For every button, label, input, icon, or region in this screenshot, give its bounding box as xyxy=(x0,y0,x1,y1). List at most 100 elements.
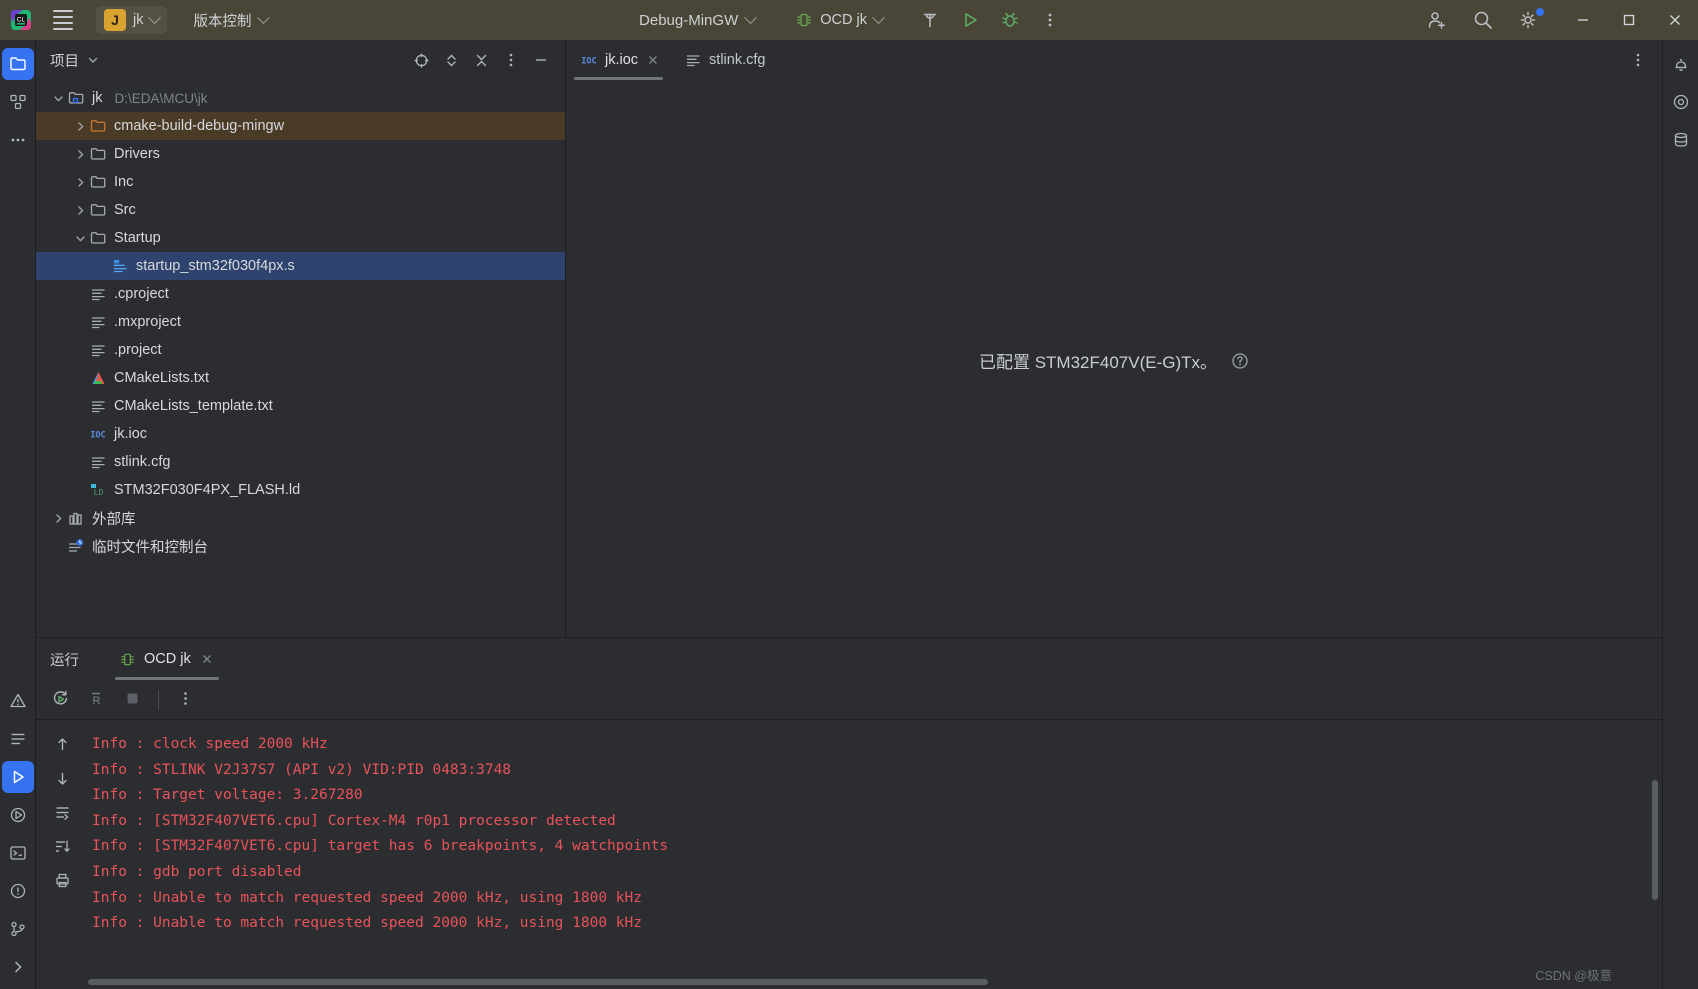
chevron-down-icon[interactable] xyxy=(87,54,99,66)
console-line: Info : [STM32F407VET6.cpu] Cortex-M4 r0p… xyxy=(92,812,616,829)
console-text: Info : clock speed 2000 kHz Info : STLINK… xyxy=(88,720,1662,989)
watermark-label: CSDN @极意 xyxy=(1535,969,1612,983)
sort-icon[interactable] xyxy=(46,830,78,862)
tree-row[interactable]: 外部库 xyxy=(36,504,565,532)
run-panel-toolbar: R xyxy=(36,680,1662,720)
chevron-right-icon[interactable] xyxy=(72,118,88,134)
tree-row[interactable]: Inc xyxy=(36,168,565,196)
scroll-up-icon[interactable] xyxy=(46,728,78,760)
editor-tab[interactable]: stlink.cfg xyxy=(671,40,775,80)
locate-target-icon[interactable] xyxy=(407,46,435,74)
minimize-icon[interactable] xyxy=(1560,0,1606,40)
title-bar-left: CL J jk 版本控制 xyxy=(0,0,274,40)
stop-icon[interactable] xyxy=(116,683,148,715)
console-vertical-scrollbar[interactable] xyxy=(1652,780,1658,900)
tree-row[interactable]: LD STM32F030F4PX_FLASH.ld xyxy=(36,476,565,504)
tree-row[interactable]: .mxproject xyxy=(36,308,565,336)
chevron-down-icon xyxy=(257,10,271,24)
debug-bug-icon[interactable] xyxy=(993,5,1027,35)
expand-right-icon[interactable] xyxy=(2,951,34,983)
services-icon[interactable] xyxy=(2,799,34,831)
notifications-bell-icon[interactable] xyxy=(1665,48,1697,80)
console-output-area[interactable]: Info : clock speed 2000 kHz Info : STLINK… xyxy=(36,720,1662,989)
maximize-icon[interactable] xyxy=(1606,0,1652,40)
print-icon[interactable] xyxy=(46,864,78,896)
editor-tab-actions xyxy=(1624,40,1662,80)
database-icon[interactable] xyxy=(1665,124,1697,156)
editor-content: 已配置 STM32F407V(E-G)Tx。 xyxy=(566,80,1662,637)
chevron-down-icon[interactable] xyxy=(72,230,88,246)
debug-configuration-selector[interactable]: OCD jk xyxy=(789,8,889,32)
soft-wrap-icon[interactable] xyxy=(46,796,78,828)
close-icon[interactable] xyxy=(1652,0,1698,40)
gear-icon[interactable] xyxy=(1512,5,1546,35)
hide-panel-icon[interactable] xyxy=(527,46,555,74)
tree-row[interactable]: 临时文件和控制台 xyxy=(36,532,565,560)
project-panel-title: 项目 xyxy=(50,53,79,70)
scroll-down-icon[interactable] xyxy=(46,762,78,794)
more-tools-icon[interactable] xyxy=(2,124,34,156)
hammer-icon[interactable] xyxy=(913,5,947,35)
tree-row[interactable]: cmake-build-debug-mingw xyxy=(36,112,565,140)
run-panel-title: 运行 xyxy=(50,652,79,669)
close-icon[interactable] xyxy=(645,52,661,68)
text-file-icon xyxy=(88,314,108,331)
tree-row[interactable]: Src xyxy=(36,196,565,224)
search-icon[interactable] xyxy=(1466,5,1500,35)
chevron-right-icon[interactable] xyxy=(72,202,88,218)
editor-tab[interactable]: IOC jk.ioc xyxy=(566,40,671,80)
chip-icon xyxy=(795,11,813,29)
problems-icon[interactable] xyxy=(2,875,34,907)
rerun-icon[interactable] xyxy=(44,683,76,715)
tree-row-label: CMakeLists.txt xyxy=(114,370,210,386)
project-tree[interactable]: jk D:\EDA\MCU\jk cmake-build-debug-mingw Dr… xyxy=(36,80,565,637)
console-line: Info : gdb port disabled xyxy=(92,863,302,880)
restart-icon[interactable]: R xyxy=(80,683,112,715)
tree-row[interactable]: CMakeLists_template.txt xyxy=(36,392,565,420)
tree-row-label: 临时文件和控制台 xyxy=(92,539,208,556)
chevron-right-icon[interactable] xyxy=(50,510,66,526)
run-play-icon[interactable] xyxy=(953,5,987,35)
tree-row[interactable]: CMakeLists.txt xyxy=(36,364,565,392)
close-icon[interactable] xyxy=(199,651,215,667)
tree-row[interactable]: .project xyxy=(36,336,565,364)
external-libraries-icon xyxy=(66,510,86,527)
chevron-right-icon[interactable] xyxy=(72,174,88,190)
run-tool-icon[interactable] xyxy=(1,761,34,793)
problems-warning-icon[interactable] xyxy=(2,685,34,717)
run-tab-ocd-jk[interactable]: OCD jk xyxy=(109,638,225,680)
chevron-right-icon[interactable] xyxy=(72,146,88,162)
panel-options-icon[interactable] xyxy=(497,46,525,74)
version-control-icon[interactable] xyxy=(2,913,34,945)
expand-collapse-icon[interactable] xyxy=(437,46,465,74)
tree-row[interactable]: .cproject xyxy=(36,280,565,308)
todo-list-icon[interactable] xyxy=(2,723,34,755)
add-user-icon[interactable] xyxy=(1420,5,1454,35)
folder-icon xyxy=(88,146,108,163)
project-selector-button[interactable]: J jk xyxy=(96,6,168,34)
tree-row[interactable]: jk D:\EDA\MCU\jk xyxy=(36,84,565,112)
svg-text:IOC: IOC xyxy=(581,56,596,66)
tree-row[interactable]: stlink.cfg xyxy=(36,448,565,476)
structure-tool-icon[interactable] xyxy=(2,86,34,118)
folder-icon xyxy=(88,230,108,247)
console-horizontal-scrollbar[interactable] xyxy=(88,979,988,985)
run-configuration-selector[interactable]: Debug-MinGW xyxy=(631,9,763,32)
tree-row[interactable]: startup_stm32f030f4px.s xyxy=(36,252,565,280)
vcs-menu-button[interactable]: 版本控制 xyxy=(187,7,274,34)
ai-assistant-icon[interactable] xyxy=(1665,86,1697,118)
text-file-icon xyxy=(88,342,108,359)
tree-row[interactable]: IOC jk.ioc xyxy=(36,420,565,448)
help-circle-icon[interactable] xyxy=(1231,352,1249,370)
tree-row[interactable]: Drivers xyxy=(36,140,565,168)
terminal-icon[interactable] xyxy=(2,837,34,869)
collapse-all-icon[interactable] xyxy=(467,46,495,74)
tree-row[interactable]: Startup xyxy=(36,224,565,252)
more-vertical-icon[interactable] xyxy=(169,683,201,715)
editor-options-icon[interactable] xyxy=(1624,46,1652,74)
chevron-down-icon[interactable] xyxy=(50,90,66,106)
hamburger-menu-icon[interactable] xyxy=(46,5,80,35)
console-line: Info : STLINK V2J37S7 (API v2) VID:PID 0… xyxy=(92,761,512,778)
project-tool-icon[interactable] xyxy=(1,48,34,80)
more-vertical-icon[interactable] xyxy=(1033,5,1067,35)
